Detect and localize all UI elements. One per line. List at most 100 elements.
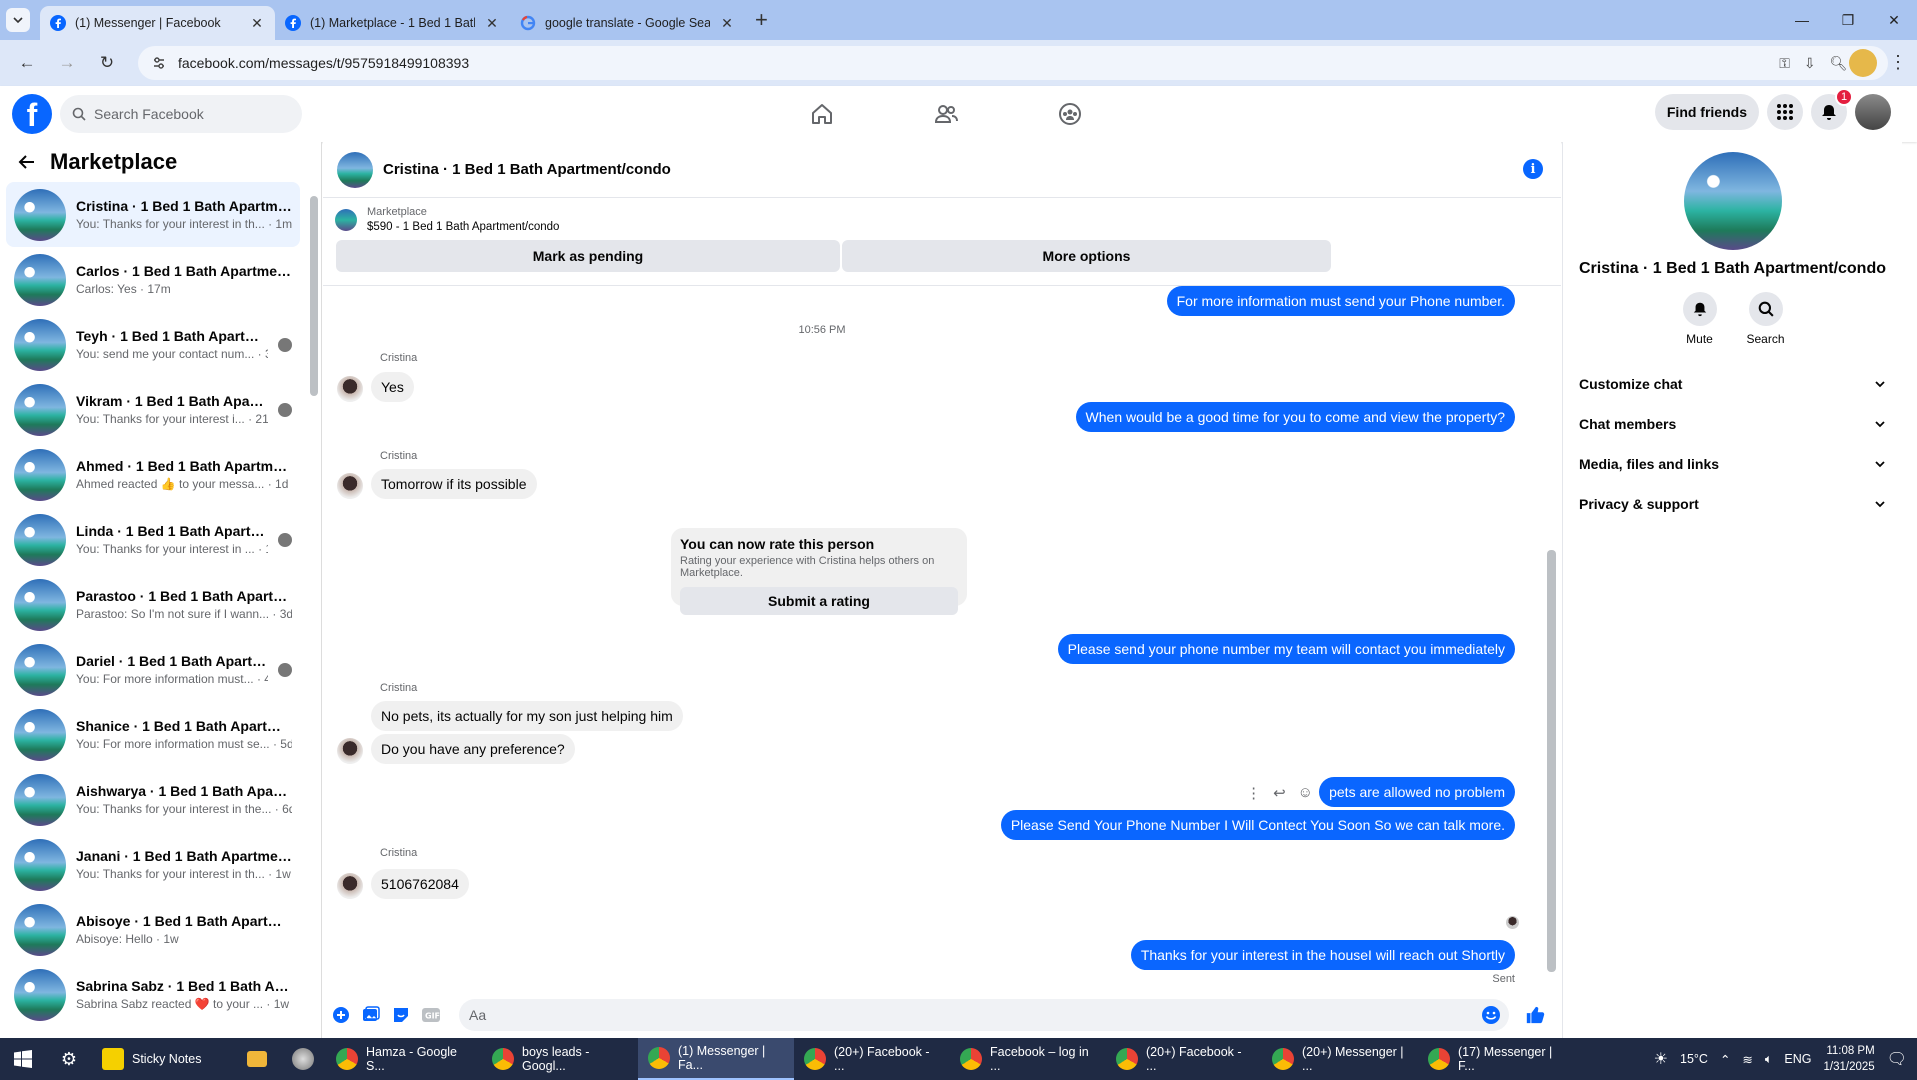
message-out[interactable]: For more information must send your Phon… [1166, 286, 1515, 316]
close-tab-icon[interactable]: ✕ [249, 15, 265, 32]
profile-avatar[interactable] [1849, 49, 1877, 77]
gif-button[interactable]: GIF [421, 1005, 441, 1025]
chat-title[interactable]: Cristina · 1 Bed 1 Bath Apartment/condo [383, 161, 671, 178]
browser-tab-messenger[interactable]: (1) Messenger | Facebook ✕ [40, 6, 275, 40]
language-indicator[interactable]: ENG [1784, 1052, 1811, 1066]
notifications-button[interactable]: 1 [1811, 88, 1853, 130]
more-options-button[interactable]: More options [842, 240, 1331, 272]
customize-chat-row[interactable]: Customize chat [1579, 364, 1886, 404]
mark-pending-button[interactable]: Mark as pending [336, 240, 840, 272]
privacy-support-row[interactable]: Privacy & support [1579, 484, 1886, 524]
forward-button[interactable]: → [50, 46, 84, 80]
notification-center-icon[interactable]: 🗨︎ [1887, 1049, 1907, 1069]
facebook-search[interactable]: Search Facebook [60, 95, 302, 133]
reply-icon[interactable]: ↩ [1273, 784, 1286, 802]
sender-avatar[interactable] [337, 376, 363, 402]
chat-scroll-thumb[interactable] [1547, 550, 1556, 972]
sender-avatar[interactable] [337, 473, 363, 499]
volume-icon[interactable]: 🔈︎ [1765, 1052, 1773, 1067]
close-tab-icon[interactable]: ✕ [719, 15, 735, 32]
taskbar-chrome-window[interactable]: Facebook – log in ... [950, 1038, 1106, 1080]
home-nav[interactable] [790, 86, 854, 142]
facebook-logo[interactable]: f [12, 94, 52, 134]
emoji-icon[interactable] [1481, 1005, 1501, 1025]
groups-nav[interactable] [1038, 86, 1102, 142]
conversation-item[interactable]: Carlos · 1 Bed 1 Bath Apartment... Carlos… [6, 247, 300, 312]
message-in[interactable]: Tomorrow if its possible [371, 469, 537, 499]
browser-menu-icon[interactable]: ⋮ [1889, 52, 1907, 73]
message-in[interactable]: Do you have any preference? [371, 734, 575, 764]
profile-avatar-large[interactable] [1683, 152, 1782, 250]
temperature[interactable]: 15°C [1680, 1052, 1708, 1066]
media-files-links-row[interactable]: Media, files and links [1579, 444, 1886, 484]
settings-taskbar-button[interactable]: ⚙ [46, 1038, 92, 1080]
conversation-item[interactable]: Aishwarya · 1 Bed 1 Bath Apart... You: Th… [6, 767, 300, 832]
message-in[interactable]: No pets, its actually for my son just he… [371, 701, 683, 731]
chat-scrollbar[interactable] [1545, 288, 1557, 988]
start-button[interactable] [0, 1038, 46, 1080]
conversation-item[interactable]: Cristina · 1 Bed 1 Bath Apartmen... You: … [6, 182, 300, 247]
message-out[interactable]: Thanks for your interest in the houseI w… [1130, 940, 1515, 970]
submit-rating-button[interactable]: Submit a rating [680, 587, 958, 615]
sidebar-scroll-thumb[interactable] [310, 196, 318, 396]
conversation-item[interactable]: Ahmed · 1 Bed 1 Bath Apartmen... Ahmed re… [6, 442, 300, 507]
sticker-button[interactable] [391, 1005, 411, 1025]
tab-search-button[interactable] [6, 8, 30, 32]
conversation-item[interactable]: Dariel · 1 Bed 1 Bath Apartme... You: For… [6, 637, 300, 702]
site-info-icon[interactable] [152, 56, 166, 70]
conversation-item[interactable]: Linda · 1 Bed 1 Bath Apartme... You: Than… [6, 507, 300, 572]
conversation-item[interactable]: Shanice · 1 Bed 1 Bath Apartme... You: Fo… [6, 702, 300, 767]
zoom-icon[interactable]: 🔍︎ [1830, 55, 1848, 72]
browser-tab-marketplace[interactable]: (1) Marketplace - 1 Bed 1 Bath Apartment… [275, 6, 510, 40]
close-tab-icon[interactable]: ✕ [484, 15, 500, 32]
address-bar[interactable]: facebook.com/messages/t/9575918499108393… [138, 46, 1888, 80]
browser-tab-google[interactable]: google translate - Google Search ✕ [510, 6, 745, 40]
conversation-item[interactable]: Teyh · 1 Bed 1 Bath Apartmen... You: send… [6, 312, 300, 377]
taskbar-chrome-window-active[interactable]: (1) Messenger | Fa... [638, 1038, 794, 1080]
wifi-icon[interactable]: ≋ [1742, 1052, 1752, 1067]
conversation-item[interactable]: Sabrina Sabz · 1 Bed 1 Bath Apa... Sabrin… [6, 962, 300, 1027]
message-out[interactable]: pets are allowed no problem [1319, 777, 1515, 807]
message-in[interactable]: 5106762084 [371, 869, 469, 899]
taskbar-chrome-window[interactable]: (20+) Facebook - ... [794, 1038, 950, 1080]
file-explorer-button[interactable] [234, 1038, 280, 1080]
back-button[interactable]: ← [10, 46, 44, 80]
friends-nav[interactable] [914, 86, 978, 142]
close-window-button[interactable]: ✕ [1871, 0, 1917, 40]
message-out[interactable]: When would be a good time for you to com… [1075, 402, 1515, 432]
new-tab-button[interactable]: + [755, 7, 768, 33]
info-icon[interactable]: i [1523, 159, 1543, 179]
taskbar-chrome-window[interactable]: (17) Messenger | F... [1418, 1038, 1574, 1080]
install-app-icon[interactable]: ⇩ [1804, 55, 1816, 72]
message-out[interactable]: Please send your phone number my team wi… [1057, 634, 1515, 664]
more-actions-button[interactable] [331, 1005, 351, 1025]
message-out[interactable]: Please Send Your Phone Number I Will Con… [1000, 810, 1515, 840]
sidebar-scrollbar[interactable] [309, 186, 319, 1038]
mute-button[interactable]: Mute [1682, 292, 1718, 346]
taskbar-chrome-window[interactable]: (20+) Facebook - ... [1106, 1038, 1262, 1080]
search-in-chat-button[interactable]: Search [1746, 292, 1785, 346]
chevron-up-icon[interactable]: ⌃ [1720, 1052, 1730, 1067]
account-avatar[interactable] [1855, 94, 1891, 130]
chat-members-row[interactable]: Chat members [1579, 404, 1886, 444]
taskbar-chrome-window[interactable]: Hamza - Google S... [326, 1038, 482, 1080]
react-emoji-icon[interactable]: ☺ [1298, 784, 1313, 802]
reload-button[interactable]: ↻ [90, 46, 124, 80]
find-friends-button[interactable]: Find friends [1654, 94, 1759, 130]
back-arrow-icon[interactable] [18, 153, 36, 171]
chat-avatar[interactable] [337, 151, 373, 188]
weather-icon[interactable]: ☀ [1654, 1049, 1668, 1069]
password-key-icon[interactable]: ⚿ [1779, 55, 1790, 72]
conversation-item[interactable]: Abisoye · 1 Bed 1 Bath Apartme... Abisoye… [6, 897, 300, 962]
message-input[interactable]: Aa [459, 999, 1509, 1031]
menu-button[interactable] [1767, 94, 1803, 130]
conversation-item[interactable]: Vikram · 1 Bed 1 Bath Apartm... You: Than… [6, 377, 300, 442]
like-button[interactable] [1525, 1005, 1545, 1025]
minimize-button[interactable]: — [1779, 0, 1825, 40]
taskbar-chrome-window[interactable]: (20+) Messenger | ... [1262, 1038, 1418, 1080]
restore-button[interactable]: ❐ [1825, 0, 1871, 40]
more-actions-icon[interactable]: ⋮ [1246, 784, 1261, 802]
taskbar-app-button[interactable] [280, 1038, 326, 1080]
sender-avatar[interactable] [337, 873, 363, 899]
attach-photo-button[interactable] [361, 1005, 381, 1025]
